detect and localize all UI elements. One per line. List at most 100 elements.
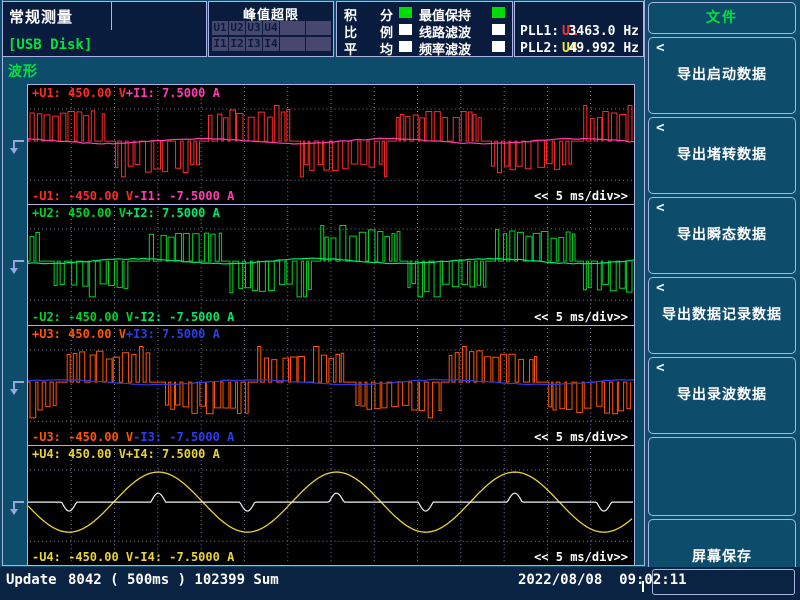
usb-status: [USB Disk] [8, 37, 92, 53]
pll-row-2: PLL2:U449.992 Hz [515, 41, 643, 57]
sidebar-button-4[interactable]: < 导出数据记录数据 [648, 277, 796, 354]
sidebar-button-label: 导出数据记录数据 [649, 304, 795, 324]
peak-cell-u1: U1 [212, 21, 228, 35]
scale-bottom-current: -I1: -7.5000 A [133, 189, 234, 203]
waveform-channel-3: +U3: 450.00 V+I3: 7.5000 A -U3: -450.00 V… [28, 326, 634, 446]
measure-char-2: 均 [380, 39, 393, 58]
sidebar-button-empty[interactable] [648, 437, 796, 516]
pll-label: PLL1: [520, 24, 559, 39]
peak-cell-u3: U3 [246, 21, 262, 35]
peak-cell-i1: I1 [212, 37, 228, 51]
scale-bottom-current: -I3: -7.5000 A [133, 430, 234, 444]
scale-bottom-voltage: -U1: -450.00 V [32, 189, 133, 203]
measure-row-2: 比例线路滤波 [337, 22, 512, 39]
mode-title: 常规测量 [9, 6, 73, 27]
update-counters: 8042 ( 500ms ) 102399 Sum [68, 572, 279, 588]
measure-row-1: 积分最值保持 [337, 5, 512, 22]
scale-top-voltage: +U3: 450.00 V [32, 327, 126, 341]
measure-checkbox-1 [399, 7, 412, 18]
filter-label-3: 频率滤波 [419, 39, 471, 58]
sidebar-menu-title[interactable]: 文件 [648, 2, 796, 34]
peak-row-2: I1I2I3I4 [212, 37, 331, 51]
waveform-trace-4 [28, 446, 634, 565]
time-per-div-label: << 5 ms/div>> [534, 550, 628, 564]
waveform-trace-2 [28, 205, 634, 324]
analyzer-screen: 常规测量 [USB Disk] 峰值超限 U1U2U3U4I1I2I3I4 积分… [0, 0, 800, 600]
filter-checkbox-2 [492, 24, 505, 35]
pll-box: PLL1:U13463.0 HzPLL2:U449.992 Hz [514, 1, 644, 57]
pll-row-1: PLL1:U13463.0 Hz [515, 24, 643, 40]
peak-over-limit-box: 峰值超限 U1U2U3U4I1I2I3I4 [208, 1, 334, 57]
peak-cell-i4: I4 [263, 37, 279, 51]
waveform-channel-1: +U1: 450.00 V+I1: 7.5000 A -U1: -450.00 V… [28, 85, 634, 205]
scale-top-current: +I1: 7.5000 A [126, 86, 220, 100]
waveform-panel: +U1: 450.00 V+I1: 7.5000 A -U1: -450.00 V… [27, 84, 635, 566]
sidebar-button-3[interactable]: < 导出瞬态数据 [648, 197, 796, 274]
tab-divider [111, 2, 112, 30]
peak-cell-empty [280, 37, 305, 51]
back-arrow-icon: < [656, 40, 664, 56]
measure-char-1: 平 [344, 39, 357, 58]
status-bar-empty-box [652, 569, 795, 595]
measure-checkbox-2 [399, 24, 412, 35]
peak-cell-empty [306, 21, 331, 35]
sidebar-button-label: 导出录波数据 [649, 384, 795, 404]
scale-bottom-voltage: -U4: -450.00 V [32, 550, 133, 564]
sidebar-button-5[interactable]: < 导出录波数据 [648, 357, 796, 434]
status-bar: Update 8042 ( 500ms ) 102399 Sum 2022/08… [0, 567, 800, 600]
sidebar-button-label: 导出瞬态数据 [649, 224, 795, 244]
scale-top-voltage: +U1: 450.00 V [32, 86, 126, 100]
scale-top-current: +I4: 7.5000 A [126, 447, 220, 461]
sidebar-button-label: 导出堵转数据 [649, 144, 795, 164]
filter-checkbox-3 [492, 41, 505, 52]
scale-bottom-current: -I4: -7.5000 A [133, 550, 234, 564]
scale-top-current: +I2: 7.5000 A [126, 206, 220, 220]
sidebar-button-label: 屏幕保存 [649, 546, 795, 566]
peak-row-1: U1U2U3U4 [212, 21, 331, 35]
channel-scale-bottom: -U1: -450.00 V-I1: -7.5000 A [32, 189, 234, 203]
channel-scale-bottom: -U3: -450.00 V-I3: -7.5000 A [32, 430, 234, 444]
scale-top-current: +I3: 7.5000 A [126, 327, 220, 341]
scale-bottom-current: -I2: -7.5000 A [133, 310, 234, 324]
measure-settings-box: 积分最值保持比例线路滤波平 均 频率滤波 [336, 1, 513, 57]
sidebar-button-2[interactable]: < 导出堵转数据 [648, 117, 796, 194]
channel-scale-top: +U3: 450.00 V+I3: 7.5000 A [32, 327, 220, 341]
update-label: Update [6, 572, 57, 588]
back-arrow-icon: < [656, 280, 664, 296]
waveform-trace-1 [28, 85, 634, 204]
channel-scale-top: +U4: 450.00 V+I4: 7.5000 A [32, 447, 220, 461]
time-per-div-label: << 5 ms/div>> [534, 430, 628, 444]
time-per-div-label: << 5 ms/div>> [534, 310, 628, 324]
channel-scale-bottom: -U2: -450.00 V-I2: -7.5000 A [32, 310, 234, 324]
scale-top-voltage: +U2: 450.00 V [32, 206, 126, 220]
waveform-channel-2: +U2: 450.00 V+I2: 7.5000 A -U2: -450.00 V… [28, 205, 634, 325]
time-per-div-label: << 5 ms/div>> [534, 189, 628, 203]
channel-scale-top: +U2: 450.00 V+I2: 7.5000 A [32, 206, 220, 220]
scale-bottom-voltage: -U2: -450.00 V [32, 310, 133, 324]
peak-cell-empty [306, 37, 331, 51]
filter-checkbox-1 [492, 7, 505, 18]
peak-cell-i2: I2 [229, 37, 245, 51]
peak-cell-empty [280, 21, 305, 35]
waveform-channel-4: +U4: 450.00 V+I4: 7.5000 A -U4: -450.00 V… [28, 446, 634, 565]
zero-level-marker-1 [8, 139, 26, 155]
pll-value: 49.992 Hz [569, 41, 639, 56]
peak-cell-u2: U2 [229, 21, 245, 35]
scale-top-voltage: +U4: 450.00 V [32, 447, 126, 461]
back-arrow-icon: < [656, 120, 664, 136]
pll-label: PLL2: [520, 41, 559, 56]
zero-level-marker-4 [8, 500, 26, 516]
sidebar-button-label: 导出启动数据 [649, 64, 795, 84]
measure-checkbox-3 [399, 41, 412, 52]
back-arrow-icon: < [656, 200, 664, 216]
peak-cell-u4: U4 [263, 21, 279, 35]
waveform-section-title: 波形 [8, 61, 38, 81]
pll-value: 3463.0 Hz [569, 24, 639, 39]
zero-level-marker-2 [8, 259, 26, 275]
sidebar-button-1[interactable]: < 导出启动数据 [648, 37, 796, 114]
measure-row-3: 平 均 频率滤波 [337, 39, 512, 56]
sidebar-menu-title-label: 文件 [649, 3, 795, 33]
cursor-artifact [642, 581, 644, 592]
back-arrow-icon: < [656, 360, 664, 376]
peak-cell-i3: I3 [246, 37, 262, 51]
